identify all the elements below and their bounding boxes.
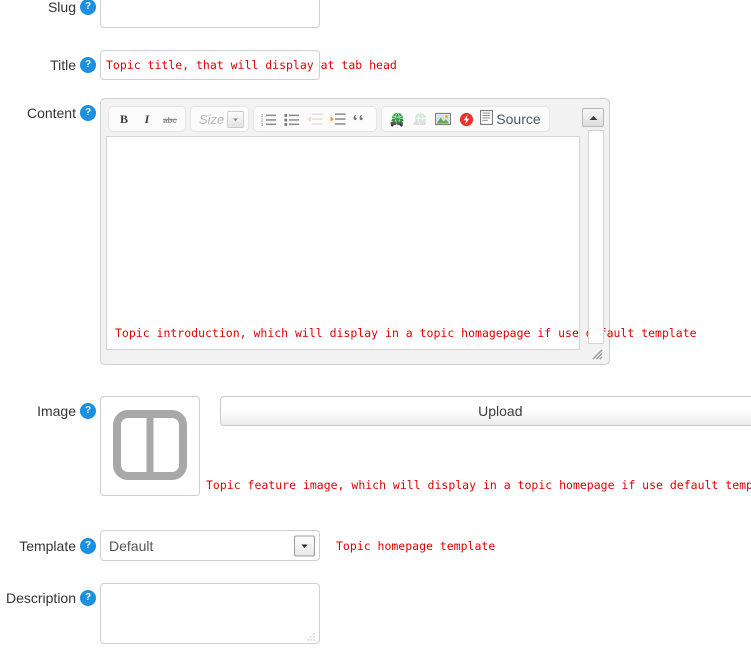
svg-text:B: B	[120, 112, 128, 126]
content-label-text: Content	[26, 105, 76, 121]
content-label: Content ?	[0, 98, 100, 128]
form-row-image: Image ? Upload Topic feature image, whic…	[0, 396, 751, 496]
svg-text:3: 3	[261, 122, 264, 126]
help-icon[interactable]: ?	[81, 58, 95, 72]
title-input-wrap: Topic title, that will display at tab he…	[100, 50, 397, 80]
bold-icon[interactable]: B	[113, 109, 135, 129]
italic-icon[interactable]: I	[136, 109, 158, 129]
editor-scrollbar[interactable]	[588, 130, 604, 344]
toolbar-group-basic-styles: B I abc	[108, 106, 186, 132]
form-row-template: Template ? Default Topic homepage templa…	[0, 530, 495, 561]
source-button[interactable]: Source	[478, 110, 544, 128]
svg-text:abc: abc	[163, 116, 177, 125]
content-hint: Topic introduction, which will display i…	[115, 326, 697, 340]
source-label: Source	[496, 111, 541, 127]
image-icon[interactable]	[432, 109, 454, 129]
slug-label: Slug ?	[0, 0, 100, 14]
strikethrough-icon[interactable]: abc	[159, 109, 181, 129]
image-preview-box[interactable]	[100, 396, 200, 496]
image-label: Image ?	[0, 396, 100, 426]
font-size-dropdown[interactable]: Size	[195, 109, 245, 129]
title-label: Title ?	[0, 50, 100, 80]
editor-resize-grip[interactable]	[591, 348, 603, 360]
indent-icon[interactable]	[327, 109, 349, 129]
form-row-description: Description ?	[0, 583, 320, 644]
unlink-icon[interactable]	[409, 109, 431, 129]
outdent-icon[interactable]	[304, 109, 326, 129]
description-label-text: Description	[5, 590, 76, 606]
svg-text:I: I	[144, 112, 151, 126]
image-actions: Upload Topic feature image, which will d…	[206, 396, 751, 496]
source-icon	[480, 110, 494, 128]
slug-input[interactable]	[100, 0, 320, 28]
textarea-resize-grip[interactable]	[306, 630, 316, 641]
toolbar-group-font-size[interactable]: Size	[190, 106, 250, 132]
chevron-down-icon[interactable]	[227, 110, 245, 128]
template-hint: Topic homepage template	[336, 538, 496, 553]
toolbar-group-paragraph: 1 2 3	[253, 106, 378, 132]
blockquote-icon[interactable]	[350, 109, 372, 129]
template-select[interactable]: Default	[100, 530, 320, 561]
template-select-value: Default	[109, 537, 154, 554]
image-label-text: Image	[37, 403, 76, 419]
form-row-title: Title ? Topic title, that will display a…	[0, 50, 397, 80]
form-row-slug: Slug ?	[0, 0, 320, 28]
template-label-text: Template	[19, 537, 76, 554]
help-icon[interactable]: ?	[81, 404, 95, 418]
title-label-text: Title	[50, 57, 76, 73]
slug-label-text: Slug	[47, 0, 76, 15]
content-editor: B I abc Size 1 2 3 Source Topic introduc…	[100, 98, 697, 365]
chevron-down-icon[interactable]	[294, 535, 315, 556]
editor-content-area[interactable]: Topic introduction, which will display i…	[106, 136, 697, 350]
help-icon[interactable]: ?	[81, 591, 95, 605]
help-icon[interactable]: ?	[81, 538, 95, 553]
help-icon[interactable]: ?	[81, 0, 95, 14]
topic-form: Slug ? Title ? Topic title, that will di…	[0, 0, 751, 660]
editor-toolbar: B I abc Size 1 2 3 Source	[106, 104, 604, 136]
bulleted-list-icon[interactable]	[281, 109, 303, 129]
flash-icon[interactable]	[455, 109, 477, 129]
font-size-label: Size	[199, 111, 225, 127]
image-hint: Topic feature image, which will display …	[206, 478, 751, 492]
link-icon[interactable]	[386, 109, 408, 129]
collapse-toolbar-button[interactable]	[582, 108, 604, 127]
upload-button[interactable]: Upload	[220, 396, 751, 426]
description-textarea[interactable]	[100, 583, 320, 644]
numbered-list-icon[interactable]: 1 2 3	[258, 109, 280, 129]
description-label: Description ?	[0, 583, 100, 613]
help-icon[interactable]: ?	[81, 106, 95, 120]
title-input[interactable]	[100, 50, 320, 80]
form-row-content: Content ? B I abc Size 1 2 3 Source Topi…	[0, 98, 697, 365]
template-label: Template ?	[0, 530, 100, 561]
image-placeholder-icon	[113, 409, 187, 483]
toolbar-group-insert: Source	[381, 106, 550, 132]
